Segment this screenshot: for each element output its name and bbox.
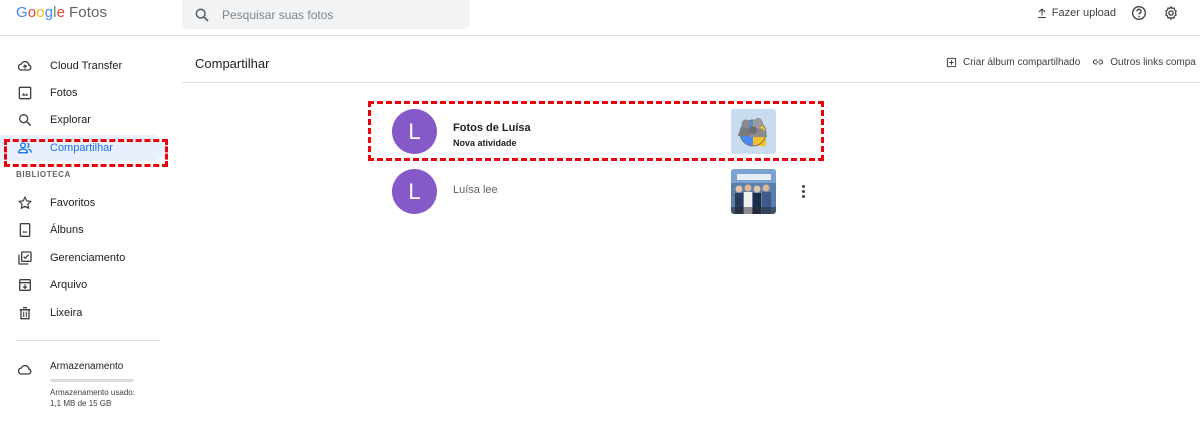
link-icon (1093, 59, 1104, 65)
sidebar-item-label: Arquivo (50, 279, 88, 291)
sidebar-item-favoritos[interactable]: Favoritos (0, 190, 165, 216)
sidebar-item-label: Favoritos (50, 197, 96, 209)
library-section-title: BIBLIOTECA (16, 170, 71, 179)
sidebar-item-label: Gerenciamento (50, 252, 126, 264)
search-icon (195, 8, 209, 22)
share-item-luisa-lee[interactable]: L Luísa lee (392, 169, 812, 215)
logo-product-name: Fotos (69, 4, 108, 21)
sidebar-item-arquivo[interactable]: Arquivo (0, 272, 165, 298)
upload-icon (1037, 8, 1046, 19)
more-vert-icon-dot (801, 189, 805, 193)
more-vert-icon (801, 184, 805, 188)
create-shared-album-label: Criar álbum compartilhado (963, 56, 1081, 68)
sidebar-item-lixeira[interactable]: Lixeira (0, 300, 165, 326)
upload-button[interactable]: Fazer upload (1036, 7, 1116, 19)
share-subtitle: Nova atividade (453, 138, 517, 148)
other-links-label: Outros links compa (1110, 56, 1196, 68)
group-photo-thumbnail (731, 169, 776, 214)
gear-icon (1165, 6, 1177, 20)
album-icon (19, 223, 31, 237)
sidebar-item-gerenciamento[interactable]: Gerenciamento (0, 245, 165, 271)
sidebar-item-label: Lixeira (50, 307, 83, 319)
settings-button[interactable] (1162, 4, 1180, 22)
sidebar-item-albuns[interactable]: Álbuns (0, 217, 165, 243)
more-vert-icon-dot (801, 194, 805, 198)
search-input[interactable] (222, 7, 452, 22)
help-icon (1132, 6, 1146, 20)
share-title: Fotos de Luísa (453, 122, 531, 134)
storage-usage-text: Armazenamento usado: 1,1 MB de 15 GB (50, 388, 135, 408)
storage-progress-bar (50, 379, 134, 382)
sidebar-item-label: Explorar (50, 114, 91, 126)
sidebar-item-cloud-transfer[interactable]: Cloud Transfer (0, 53, 165, 79)
page-title: Compartilhar (195, 56, 270, 71)
share-item-fotos-de-luisa[interactable]: L Fotos de Luísa Nova atividade (392, 109, 812, 155)
storage-title[interactable]: Armazenamento (50, 361, 123, 372)
upload-label: Fazer upload (1051, 7, 1116, 19)
archive-icon (19, 279, 31, 291)
header-actions: Fazer upload (1036, 3, 1180, 23)
search-icon (18, 114, 32, 127)
people-photo-thumbnail (731, 109, 776, 154)
sidebar-item-label: Cloud Transfer (50, 60, 123, 72)
sidebar-item-compartilhar[interactable]: Compartilhar (0, 135, 165, 161)
avatar: L (392, 169, 437, 214)
google-photos-logo[interactable]: Google Fotos (16, 4, 107, 21)
more-options-button[interactable] (794, 181, 812, 201)
trash-icon (19, 307, 31, 320)
sidebar-item-explorar[interactable]: Explorar (0, 107, 165, 133)
help-button[interactable] (1130, 4, 1148, 22)
share-name: Luísa lee (453, 184, 498, 196)
main-header: Compartilhar Criar álbum compartilhado O… (182, 36, 1200, 83)
sidebar-item-fotos[interactable]: Fotos (0, 80, 165, 106)
sidebar-divider (16, 340, 160, 341)
sidebar-item-label: Compartilhar (50, 142, 113, 154)
photo-icon (18, 86, 32, 100)
create-shared-album-button[interactable]: Criar álbum compartilhado (946, 56, 1080, 68)
star-icon (18, 196, 32, 209)
search-bar[interactable] (182, 0, 470, 29)
people-icon (17, 142, 32, 154)
sidebar: Cloud Transfer Fotos Explorar Compartilh… (0, 36, 170, 432)
sidebar-item-label: Álbuns (50, 224, 84, 236)
manage-icon (18, 251, 32, 265)
logo-google-wordmark: Google (16, 4, 66, 21)
add-box-icon (946, 57, 957, 67)
avatar: L (392, 109, 437, 154)
top-bar: GoogleFotos Fazer upload (0, 0, 1200, 36)
other-links-button[interactable]: Outros links compa (1092, 56, 1196, 68)
cloud-transfer-icon (17, 60, 32, 71)
sidebar-item-label: Fotos (50, 87, 78, 99)
main-actions: Criar álbum compartilhado Outros links c… (946, 56, 1196, 68)
cloud-icon (17, 364, 32, 375)
